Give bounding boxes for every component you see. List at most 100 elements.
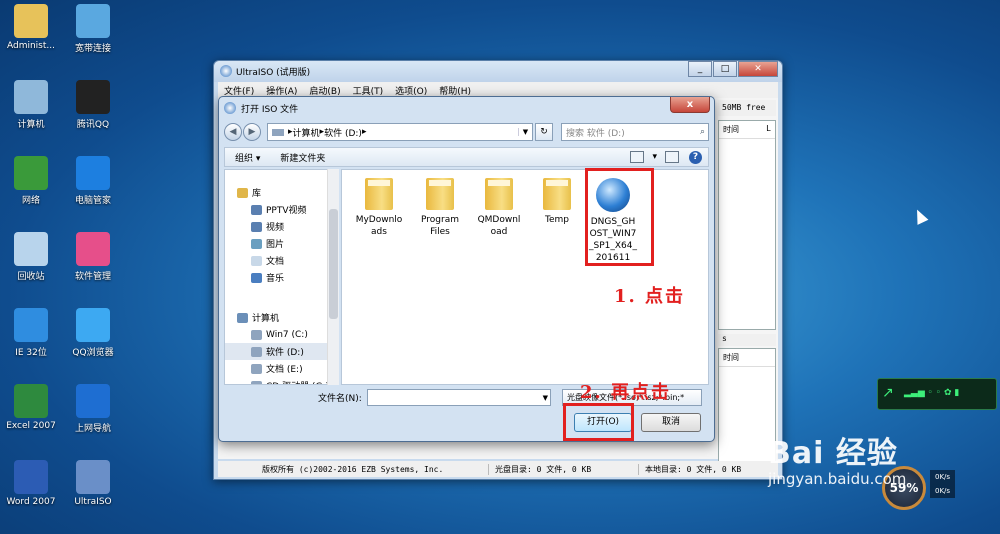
navigation-pane[interactable]: 库 PPTV视频视频 图片文档音乐计算机 Win7 (C:) 软件 (D:) 文档 (E:… (224, 169, 339, 385)
nav-item[interactable]: PPTV视频 (225, 201, 338, 218)
desktop-icon[interactable]: 回收站 (0, 232, 62, 282)
highlight-box-open-button (563, 403, 634, 441)
nav-item[interactable]: 文档 (E:) (225, 360, 338, 377)
preview-pane-icon[interactable] (665, 151, 679, 163)
rate-display: 0K/s 0K/s (930, 470, 956, 498)
back-button[interactable]: ◀ (224, 123, 242, 141)
dialog-close-button[interactable]: x (670, 97, 710, 113)
upload-rate: 0K/s (935, 473, 951, 481)
folder-item[interactable]: Program Files (413, 178, 467, 238)
nav-item-label: 文档 (266, 257, 285, 267)
nav-item-label: 计算机 (252, 314, 280, 324)
nav-item[interactable]: 软件 (D:) (225, 343, 338, 360)
desktop-icon-label: UltraISO (74, 497, 112, 507)
breadcrumb-sep-icon: ▸ (361, 127, 367, 137)
user-folder-icon (14, 4, 48, 38)
desktop-icon[interactable]: Administ... (0, 4, 62, 51)
help-icon[interactable]: ? (689, 150, 702, 164)
local-pane-tab: s (718, 334, 776, 346)
nav-item[interactable]: CD 驱动器 (G:) (225, 377, 338, 384)
nav-item[interactable]: 图片 (225, 235, 338, 252)
desktop-icon[interactable]: Excel 2007 (0, 384, 62, 431)
cancel-button[interactable]: 取消 (641, 413, 701, 432)
desktop-icon[interactable]: IE 32位 (0, 308, 62, 358)
nav-scroll-thumb[interactable] (329, 209, 338, 319)
folder-item[interactable]: MyDownlo ads (352, 178, 406, 238)
main-close-button[interactable]: ✕ (738, 61, 778, 77)
desktop-icon-label: IE 32位 (15, 348, 47, 358)
computer-icon (237, 312, 248, 323)
desktop-icon-label: Administ... (7, 41, 55, 51)
desktop-icon[interactable]: Word 2007 (0, 460, 62, 507)
desktop-icon[interactable]: 网络 (0, 156, 62, 206)
desktop-icon[interactable]: 计算机 (0, 80, 62, 130)
nav-item[interactable]: 库 (225, 184, 338, 201)
dialog-title-bar[interactable]: 打开 ISO 文件 x (219, 97, 714, 119)
status-local: 本地目录: 0 文件, 0 KB (638, 463, 747, 475)
main-title-bar[interactable]: UltraISO (试用版) _ □ ✕ (214, 61, 782, 82)
nav-item[interactable]: 文档 (225, 252, 338, 269)
folder-item[interactable]: Temp (530, 178, 584, 226)
address-dropdown-icon[interactable]: ▼ (518, 128, 532, 136)
address-bar[interactable]: ▸ 计算机 ▸ 软件 (D:) ▸ ▼ (267, 123, 533, 141)
desktop-icon[interactable]: UltraISO (62, 460, 124, 507)
nav-item-label: 软件 (D:) (266, 348, 304, 358)
dialog-toolbar: 组织 ▾ 新建文件夹 ▾ ? (224, 147, 709, 167)
network-chart-icon: ↗ (882, 385, 894, 401)
new-folder-button[interactable]: 新建文件夹 (270, 151, 335, 164)
nav-item (225, 286, 338, 303)
desktop-icon[interactable]: QQ浏览器 (62, 308, 124, 358)
watermark-brand: Bai 经验 (768, 436, 898, 471)
free-space-indicator: 50MB free (718, 100, 776, 116)
search-icon[interactable]: ⌕ (700, 127, 705, 137)
ultraiso-disc-icon (76, 460, 110, 494)
window-controls: _ □ ✕ (687, 61, 778, 77)
nav-item[interactable]: Win7 (C:) (225, 326, 338, 343)
desktop-icon-label: QQ浏览器 (72, 348, 114, 358)
disc-file-list[interactable]: 时间 L (718, 120, 776, 330)
folder-item[interactable]: QMDownl oad (472, 178, 526, 238)
qq-penguin-icon (76, 80, 110, 114)
search-placeholder: 搜索 软件 (D:) (566, 128, 625, 139)
nav-item[interactable]: 音乐 (225, 269, 338, 286)
filename-dropdown-icon[interactable]: ▼ (543, 394, 548, 402)
nav-item[interactable]: 视频 (225, 218, 338, 235)
nav-scrollbar[interactable] (327, 169, 339, 385)
filename-input[interactable]: ▼ (367, 389, 551, 406)
excel-icon (14, 384, 48, 418)
nav-item-label: PPTV视频 (266, 206, 307, 216)
file-label: MyDownlo ads (355, 215, 403, 237)
view-options-icon[interactable] (630, 151, 645, 163)
drive-icon (251, 329, 262, 340)
ultraiso-logo-icon (224, 102, 236, 114)
organize-button[interactable]: 组织 ▾ (225, 151, 270, 164)
forward-button[interactable]: ▶ (243, 123, 261, 141)
highlight-box-iso-file (585, 168, 654, 266)
desktop-icon-label: Excel 2007 (6, 421, 56, 431)
col-l-header: L (766, 124, 771, 133)
desktop-icon-label: 宽带连接 (74, 44, 111, 54)
breadcrumb-drive[interactable]: 软件 (D:) (324, 126, 362, 139)
status-copyright: 版权所有 (c)2002-2016 EZB Systems, Inc. (262, 464, 444, 474)
desktop-icon[interactable]: 电脑管家 (62, 156, 124, 206)
software-manager-icon (76, 232, 110, 266)
maximize-button[interactable]: □ (713, 61, 737, 77)
view-dropdown-icon[interactable]: ▾ (648, 152, 661, 162)
nav-item[interactable]: 计算机 (225, 309, 338, 326)
desktop-icon[interactable]: 宽带连接 (62, 4, 124, 54)
refresh-button[interactable]: ↻ (535, 123, 553, 141)
desktop-icon[interactable]: 上网导航 (62, 384, 124, 434)
search-input[interactable]: 搜索 软件 (D:) ⌕ (561, 123, 709, 141)
folder-icon (543, 178, 571, 210)
music-icon (251, 272, 262, 283)
network-meter-widget[interactable]: ↗ ▂▃▅ ◦ ◦ ✿ ▮ (877, 378, 997, 410)
watermark-url: jingyan.baidu.com (768, 470, 907, 488)
desktop-icon[interactable]: 软件管理 (62, 232, 124, 282)
folder-icon (365, 178, 393, 210)
baidu-watermark: Bai 经验 jingyan.baidu.com (768, 428, 906, 488)
desktop-icon-label: 电脑管家 (74, 196, 111, 206)
nav-item-label: 音乐 (266, 274, 285, 284)
desktop-icon[interactable]: 腾讯QQ (62, 80, 124, 130)
breadcrumb-computer[interactable]: 计算机 (293, 126, 320, 139)
minimize-button[interactable]: _ (688, 61, 712, 77)
